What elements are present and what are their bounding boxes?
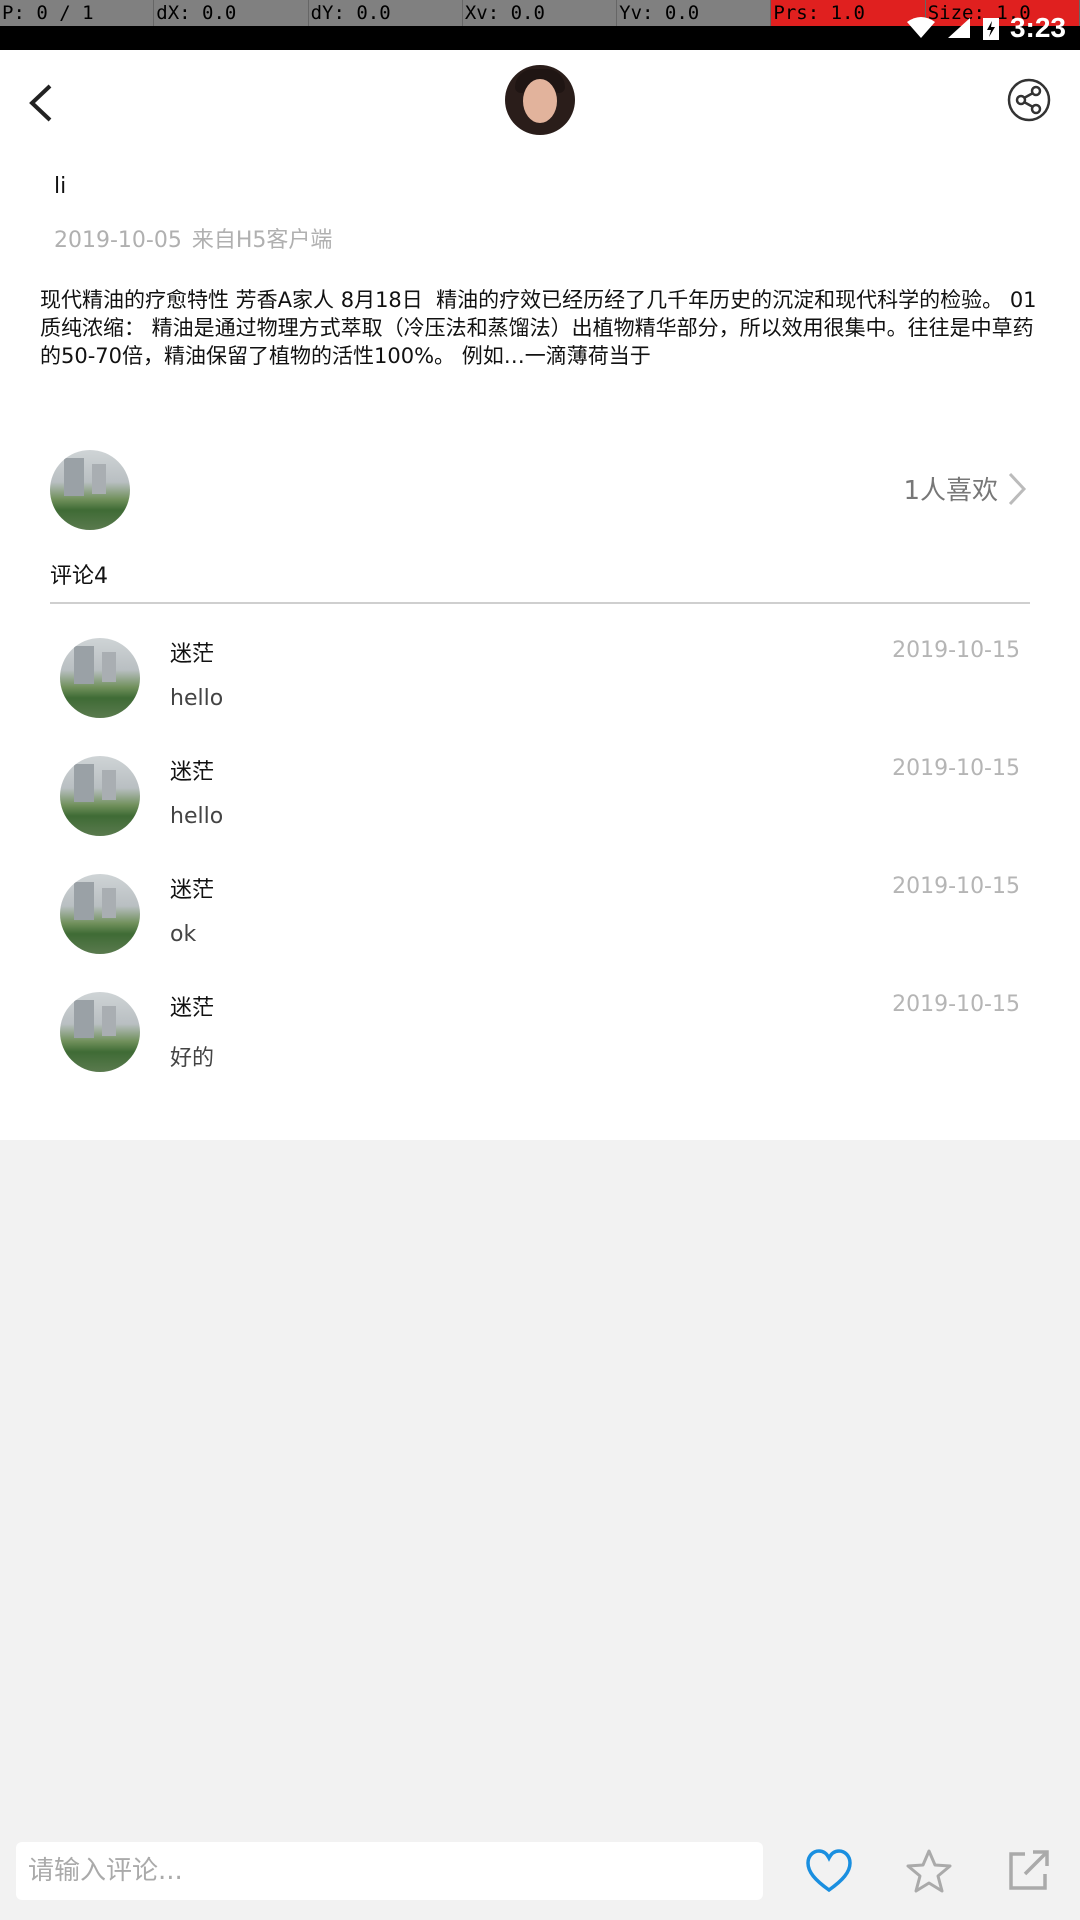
status-time: 3:23 (1009, 12, 1066, 43)
comment-date: 2019-10-15 (892, 874, 1020, 899)
likes-link[interactable]: 1人喜欢 (903, 470, 1028, 507)
comment-text: ok (170, 922, 197, 947)
liker-avatar[interactable] (50, 450, 130, 530)
share-icon (1007, 78, 1051, 122)
comment-item: 迷茫 2019-10-15 hello (0, 632, 1080, 750)
commenter-avatar[interactable] (60, 638, 140, 718)
back-arrow-icon (29, 84, 52, 122)
comment-date: 2019-10-15 (892, 638, 1020, 663)
comment-date: 2019-10-15 (892, 756, 1020, 781)
comment-item: 迷茫 2019-10-15 hello (0, 750, 1080, 868)
commenter-name: 迷茫 (170, 760, 215, 785)
back-button[interactable] (22, 78, 62, 128)
bottom-action-bar (0, 1830, 1080, 1920)
comment-date: 2019-10-15 (892, 992, 1020, 1017)
comments-header: 评论4 (50, 564, 108, 589)
avatar-photo (50, 450, 130, 530)
likes-count: 1人喜欢 (903, 476, 998, 506)
commenter-name: 迷茫 (170, 878, 215, 903)
battery-icon (982, 18, 999, 40)
post-source: 来自H5客户端 (191, 228, 333, 253)
post-content: 现代精油的疗愈特性 芳香A家人 8月18日 ￼ ￼精油的疗效已经历经了几千年历史… (40, 288, 1037, 368)
open-external-icon (1009, 1850, 1049, 1890)
signal-icon (947, 18, 970, 38)
commenter-name: 迷茫 (170, 642, 215, 667)
star-icon (906, 1849, 952, 1893)
debug-prs: Prs: 1.0 (771, 0, 926, 26)
author-name: li (54, 174, 67, 199)
comment-item: 迷茫 2019-10-15 ok (0, 868, 1080, 986)
favorite-button[interactable] (905, 1848, 953, 1894)
debug-dx: dX: 0.0 (154, 0, 309, 26)
comment-item: 迷茫 2019-10-15 好的 (0, 986, 1080, 1104)
heart-icon (806, 1849, 852, 1893)
debug-xv: Xv: 0.0 (463, 0, 618, 26)
commenter-avatar[interactable] (60, 874, 140, 954)
wifi-icon (906, 17, 935, 38)
divider (50, 602, 1030, 604)
comment-text: hello (170, 804, 224, 829)
author-avatar[interactable] (505, 65, 575, 135)
open-external-button[interactable] (1005, 1848, 1053, 1894)
avatar-face (523, 79, 557, 123)
status-icons: 3:23 (906, 12, 1066, 44)
like-button[interactable] (805, 1848, 853, 1894)
post-detail: li 2019-10-05 来自H5客户端 现代精油的疗愈特性 芳香A家人 8月1… (0, 50, 1080, 1140)
debug-dy: dY: 0.0 (309, 0, 463, 26)
share-button[interactable] (1007, 78, 1051, 122)
post-date: 2019-10-05 (54, 228, 182, 253)
debug-yv: Yv: 0.0 (617, 0, 772, 26)
chevron-right-icon (1008, 472, 1027, 505)
commenter-avatar[interactable] (60, 756, 140, 836)
post-meta: 2019-10-05 来自H5客户端 (54, 222, 332, 254)
comment-text: hello (170, 686, 224, 711)
debug-pointer: P: 0 / 1 (0, 0, 155, 26)
commenter-avatar[interactable] (60, 992, 140, 1072)
comment-text: 好的 (170, 1046, 215, 1071)
commenter-name: 迷茫 (170, 996, 215, 1021)
comment-input[interactable] (16, 1842, 763, 1900)
